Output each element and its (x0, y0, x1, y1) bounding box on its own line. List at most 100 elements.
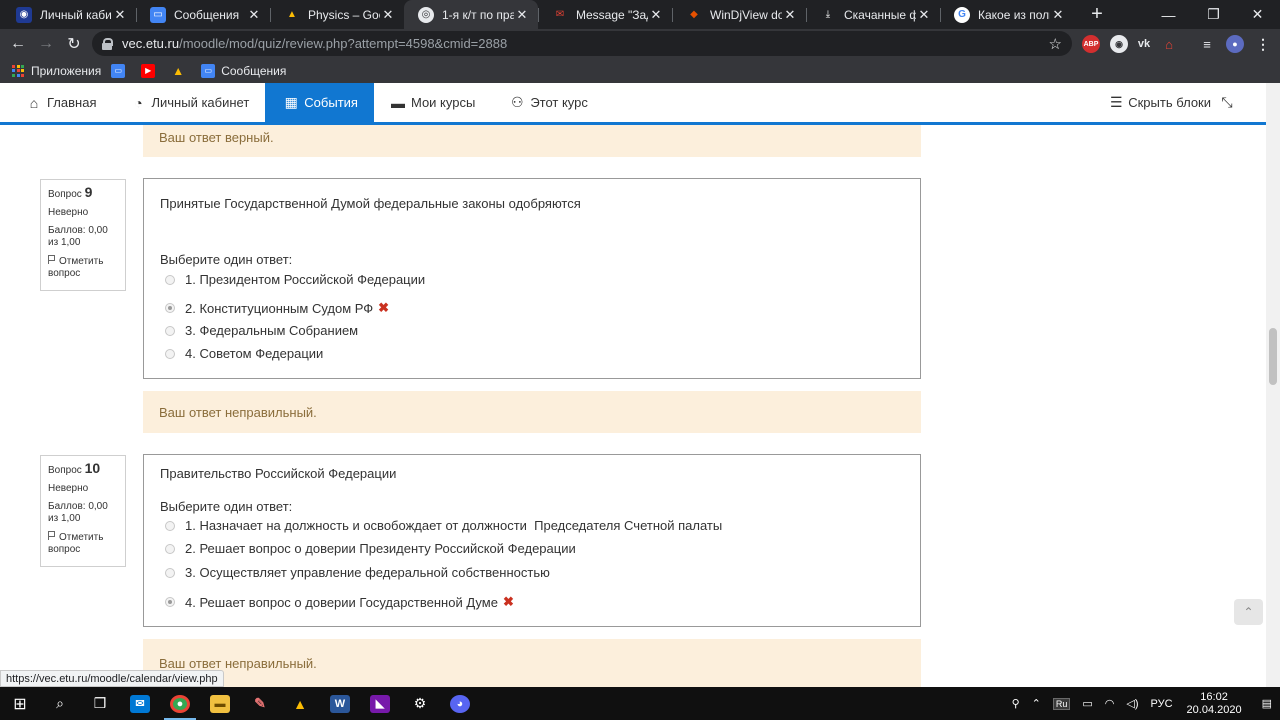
scrollbar-thumb[interactable] (1269, 328, 1277, 385)
onenote-app-icon[interactable]: ◣ (360, 687, 400, 720)
nav-my-courses[interactable]: ▬ Мои курсы (374, 83, 491, 122)
answer-option[interactable]: 1. Назначает на должность и освобождает … (165, 518, 722, 533)
volume-icon[interactable]: ◁) (1126, 697, 1138, 710)
keyboard-layout-badge[interactable]: Ru (1052, 697, 1071, 710)
settings-gear-icon[interactable]: ⚙ (400, 687, 440, 720)
nav-this-course[interactable]: ⚇ Этот курс (491, 83, 604, 122)
radio-button[interactable] (165, 543, 175, 554)
browser-tab[interactable]: ◆WinDjView downlo✕ (672, 0, 806, 29)
flag-icon (48, 255, 56, 264)
page-scrollbar[interactable] (1266, 83, 1280, 687)
close-tab-icon[interactable]: ✕ (380, 7, 396, 23)
browser-tab-strip: ◉Личный кабинет с✕ ▭Сообщения✕ ▲Physics … (0, 0, 1280, 29)
browser-tab[interactable]: ▲Physics – Google Д✕ (270, 0, 404, 29)
new-tab-button[interactable]: + (1082, 0, 1112, 29)
forward-arrow-icon[interactable]: → (32, 30, 60, 58)
youtube-icon: ▶ (141, 63, 156, 78)
close-tab-icon[interactable]: ✕ (916, 7, 932, 23)
maximize-button[interactable]: ❐ (1191, 0, 1236, 29)
show-hidden-icons-icon[interactable]: ⌃ (1032, 697, 1041, 710)
language-indicator[interactable]: РУС (1151, 698, 1173, 710)
answer-option[interactable]: 3. Осуществляет управление федеральной с… (165, 565, 550, 580)
nav-dashboard[interactable]: ◔ Личный кабинет (112, 83, 265, 122)
chrome-app-icon[interactable]: ● (160, 687, 200, 720)
extension-icon[interactable]: ◉ (1110, 35, 1128, 53)
flag-question-link[interactable]: Отметить вопрос (48, 255, 114, 280)
question-box-9: Принятые Государственной Думой федеральн… (143, 178, 921, 379)
close-tab-icon[interactable]: ✕ (648, 7, 664, 23)
adblock-extension-icon[interactable]: ABP (1082, 35, 1100, 53)
bookmark-youtube[interactable]: ▶ (141, 63, 161, 78)
bookmark-star-icon[interactable]: ☆ (1049, 35, 1062, 53)
answer-option[interactable]: 4. Решает вопрос о доверии Государственн… (165, 594, 514, 610)
radio-button-checked[interactable] (165, 303, 175, 313)
bookmark-apps[interactable]: Приложения (12, 64, 101, 78)
moodle-navbar: ⌂ Главная ◔ Личный кабинет ▦ События ▬ Мои к… (0, 83, 1266, 125)
tab-favicon-icon: ✉ (555, 9, 565, 20)
network-icon[interactable]: ◠ (1105, 697, 1115, 710)
answer-prompt: Выберите один ответ: (160, 252, 293, 267)
radio-button[interactable] (165, 274, 175, 285)
battery-icon[interactable]: ▭ (1082, 697, 1092, 710)
close-window-button[interactable]: ✕ (1235, 0, 1280, 29)
question-number: Вопрос 10 (48, 460, 101, 476)
paint-app-icon[interactable]: ✎ (240, 687, 280, 720)
bookmark-messages-icon[interactable]: ▭ (111, 63, 131, 78)
people-icon[interactable]: ⚲ (1012, 697, 1020, 710)
answer-option[interactable]: 3. Федеральным Собранием (165, 323, 358, 338)
system-tray: ⚲ ⌃ Ru ▭ ◠ ◁) РУС 16:02 20.04.2020 ▤ (1006, 687, 1280, 720)
radio-button[interactable] (165, 348, 175, 359)
discord-app-icon[interactable]: ◕ (440, 687, 480, 720)
browser-tab-active[interactable]: ◎1-я к/т по правов✕ (404, 0, 538, 29)
bookmark-messages[interactable]: ▭ Сообщения (201, 63, 286, 78)
close-tab-icon[interactable]: ✕ (1050, 7, 1066, 23)
start-windows-icon[interactable]: ⊞ (0, 687, 40, 720)
browser-tab[interactable]: ▭ Сообщения ✕ (136, 0, 270, 29)
browser-tab[interactable]: ⤓Скачанные файлы✕ (806, 0, 940, 29)
radio-button[interactable] (165, 520, 175, 531)
mail-app-icon[interactable]: ✉ (120, 687, 160, 720)
profile-avatar[interactable]: ● (1226, 35, 1244, 53)
browser-tab[interactable]: ✉Message "Задание✕ (538, 0, 672, 29)
file-explorer-icon[interactable]: ▬ (200, 687, 240, 720)
minimize-button[interactable]: — (1146, 0, 1191, 29)
hide-blocks-button[interactable]: ☰ Скрыть блоки ⤡ (1108, 83, 1240, 122)
bookmark-drive[interactable]: ▲ (171, 64, 191, 78)
answer-option[interactable]: 2. Конституционным Судом РФ ✖ (165, 300, 389, 316)
task-view-icon[interactable]: ❒ (80, 687, 120, 720)
radio-button[interactable] (165, 567, 175, 578)
close-tab-icon[interactable]: ✕ (514, 7, 530, 23)
media-extension-icon[interactable]: ≡ (1198, 35, 1216, 53)
answer-option[interactable]: 2. Решает вопрос о доверии Президенту Ро… (165, 541, 576, 556)
question-state: Неверно (48, 483, 89, 494)
browser-tab[interactable]: GКакое из полномо✕ (940, 0, 1074, 29)
answer-option[interactable]: 4. Советом Федерации (165, 346, 323, 361)
google-drive-icon[interactable]: ▲ (280, 687, 320, 720)
radio-button[interactable] (165, 325, 175, 336)
reload-icon[interactable]: ↻ (60, 30, 88, 58)
close-tab-icon[interactable]: ✕ (782, 7, 798, 23)
collapse-arrows-icon: ⤡ (1221, 94, 1233, 110)
nav-events[interactable]: ▦ События (265, 83, 374, 122)
close-tab-icon[interactable]: ✕ (246, 7, 262, 23)
back-to-top-button[interactable]: ⌃ (1234, 599, 1263, 625)
menu-kebab-icon[interactable]: ⋮ (1254, 35, 1272, 53)
calendar-icon: ▦ (284, 94, 298, 110)
word-app-icon[interactable]: W (320, 687, 360, 720)
back-arrow-icon[interactable]: ← (4, 30, 32, 58)
answer-option[interactable]: 1. Президентом Российской Федерации (165, 272, 425, 287)
flag-question-link[interactable]: Отметить вопрос (48, 531, 114, 556)
messages-icon: ▭ (201, 63, 216, 78)
search-icon[interactable]: ⌕ (40, 687, 80, 720)
browser-tab[interactable]: ◉Личный кабинет с✕ (2, 0, 136, 29)
close-tab-icon[interactable]: ✕ (112, 7, 128, 23)
vk-extension-icon[interactable]: vk (1135, 35, 1153, 53)
pdf-extension-icon[interactable]: ⌂ (1160, 35, 1178, 53)
feedback-incorrect: Ваш ответ неправильный. (143, 639, 921, 687)
notifications-icon[interactable]: ▤ (1262, 697, 1272, 710)
radio-button-checked[interactable] (165, 597, 175, 607)
windows-taskbar: ⊞ ⌕ ❒ ✉ ● ▬ ✎ ▲ W ◣ ⚙ ◕ ⚲ ⌃ Ru ▭ ◠ ◁) РУ… (0, 687, 1280, 720)
system-clock[interactable]: 16:02 20.04.2020 (1187, 691, 1242, 717)
nav-home[interactable]: ⌂ Главная (0, 83, 112, 122)
address-bar[interactable]: vec.etu.ru/moodle/mod/quiz/review.php?at… (92, 31, 1072, 56)
